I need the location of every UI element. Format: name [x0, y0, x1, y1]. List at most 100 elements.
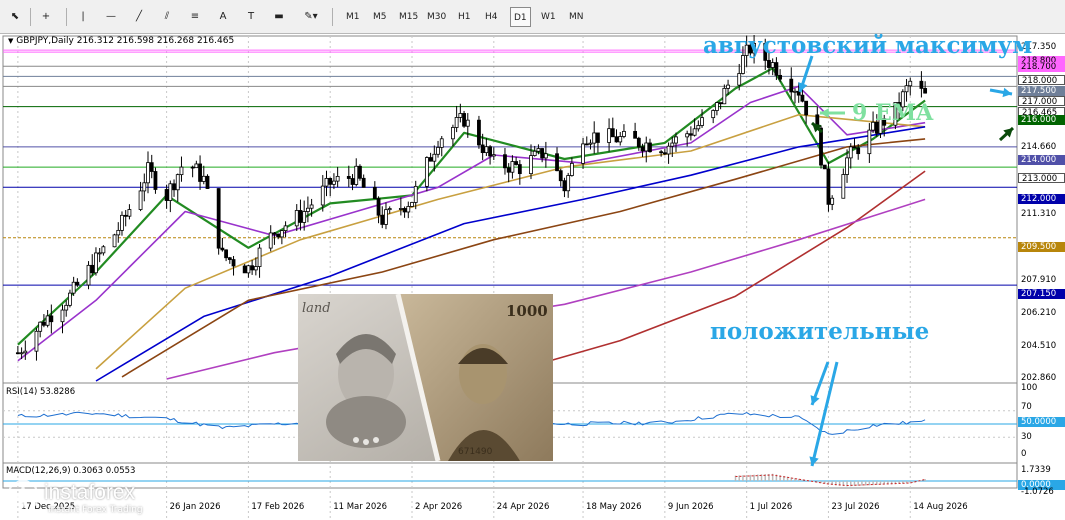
candle-body — [715, 102, 719, 111]
candle-body — [294, 210, 299, 227]
candle-body — [770, 62, 775, 68]
candle-body — [696, 125, 701, 130]
candle-body — [789, 78, 794, 93]
candle-body — [666, 145, 671, 155]
timeframe-m1[interactable]: M1 — [343, 7, 363, 27]
candle-body — [123, 214, 128, 217]
candle-body — [45, 315, 50, 326]
timeframe-w1[interactable]: W1 — [538, 7, 559, 27]
chart-symbol-header: ▼ GBPJPY,Daily 216.312 216.598 216.268 2… — [8, 36, 234, 46]
text-label-icon[interactable]: T — [240, 7, 262, 27]
candle-body — [112, 234, 117, 248]
candle-body — [116, 229, 121, 236]
candle-body — [257, 247, 262, 267]
candle-body — [298, 210, 303, 223]
candle-body — [205, 175, 210, 189]
date-label: 9 Jun 2026 — [667, 502, 714, 512]
toolbar-separator — [332, 8, 333, 26]
candle-body — [64, 304, 69, 311]
candle-body — [190, 166, 195, 169]
candle-body — [354, 165, 359, 185]
date-label: 11 Mar 2026 — [333, 502, 388, 512]
trendline-icon[interactable]: ╱ — [128, 7, 150, 27]
candle-body — [250, 265, 255, 271]
candle-body — [142, 182, 147, 192]
price-label: 207.910 — [1021, 275, 1057, 285]
candle-body — [465, 119, 470, 127]
price-label: 214.660 — [1021, 142, 1057, 152]
price-label: 207.150 — [1018, 289, 1065, 299]
vertical-line-icon[interactable]: | — [72, 7, 94, 27]
macd-label: MACD(12,26,9) 0.3063 0.0553 — [6, 466, 136, 476]
candle-body — [60, 309, 65, 323]
candle-body — [227, 257, 232, 260]
candle-body — [101, 246, 106, 254]
candle-body — [302, 211, 307, 223]
candle-body — [305, 207, 310, 212]
candle-body — [309, 204, 314, 209]
price-label: 218.000 — [1018, 75, 1065, 86]
candle-body — [97, 252, 102, 255]
candle-body — [194, 163, 199, 169]
candle-body — [38, 321, 43, 332]
text-icon[interactable]: A — [212, 7, 234, 27]
candle-body — [659, 151, 664, 154]
candle-body — [358, 165, 362, 179]
candle-body — [674, 136, 678, 144]
candle-body — [610, 128, 615, 138]
crosshair-icon[interactable]: + — [35, 7, 57, 27]
rsi-scale-label: 100 — [1021, 383, 1038, 393]
chart-header-text: GBPJPY,Daily 216.312 216.598 216.268 216… — [16, 36, 235, 46]
candle-body — [819, 127, 823, 166]
logo-brand-text: instaforex — [44, 481, 136, 504]
price-label: 206.210 — [1021, 308, 1057, 318]
shapes-menu-icon[interactable]: ✎▾ — [300, 7, 322, 27]
candle-body — [648, 142, 652, 153]
timeframe-d1[interactable]: D1 — [510, 7, 531, 27]
timeframe-h1[interactable]: H1 — [455, 7, 474, 27]
candle-body — [543, 153, 548, 159]
candle-body — [376, 198, 381, 216]
candle-body — [852, 146, 857, 149]
candle-body — [246, 265, 251, 274]
date-label: 18 May 2026 — [586, 502, 642, 512]
candle-body — [220, 247, 225, 251]
cursor-icon[interactable]: ⬉ — [4, 7, 26, 27]
horizontal-line-icon[interactable]: — — [100, 7, 122, 27]
candle-body — [692, 128, 697, 136]
rsi-scale-label: 70 — [1021, 402, 1032, 412]
candle-body — [272, 232, 277, 235]
timeframe-m5[interactable]: M5 — [370, 7, 390, 27]
rectangle-icon[interactable]: ▬ — [268, 7, 290, 27]
fibonacci-icon[interactable]: ≡ — [184, 7, 206, 27]
price-label: 209.500 — [1018, 242, 1065, 252]
candle-body — [384, 209, 388, 225]
instaforex-logo-icon — [7, 480, 39, 512]
timeframe-mn[interactable]: MN — [566, 7, 587, 27]
candle-body — [644, 142, 649, 152]
timeframe-h4[interactable]: H4 — [482, 7, 501, 27]
price-label: 218.700 — [1018, 62, 1065, 72]
timeframe-m30[interactable]: M30 — [424, 7, 449, 27]
candle-body — [569, 162, 574, 176]
price-label: 214.000 — [1018, 155, 1065, 165]
candle-body — [737, 73, 742, 86]
candle-body — [120, 214, 124, 231]
candle-body — [398, 208, 403, 210]
candle-body — [670, 142, 675, 147]
candle-body — [49, 315, 54, 323]
candle-body — [138, 190, 143, 210]
candle-body — [685, 133, 690, 138]
candle-body — [767, 59, 771, 68]
candle-body — [536, 148, 541, 152]
candle-body — [726, 84, 730, 89]
candle-body — [778, 74, 783, 80]
timeframe-m15[interactable]: M15 — [396, 7, 421, 27]
date-label: 2 Apr 2026 — [415, 502, 463, 512]
candle-body — [372, 186, 377, 199]
candle-body — [175, 174, 180, 191]
equidistant-channel-icon[interactable]: ⫽ — [156, 7, 178, 27]
candle-body — [224, 249, 228, 259]
candle-body — [153, 171, 158, 190]
candle-body — [506, 167, 511, 173]
